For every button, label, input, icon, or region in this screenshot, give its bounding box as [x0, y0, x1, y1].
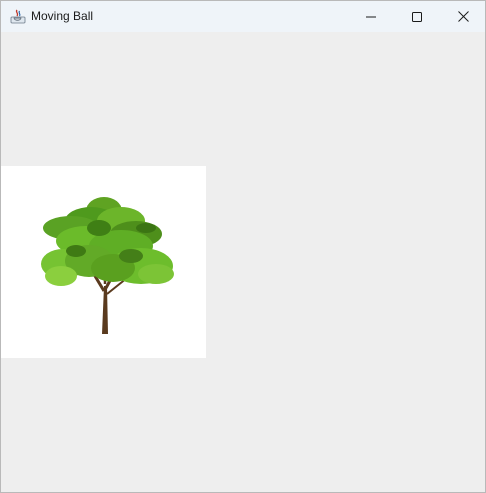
maximize-icon [412, 11, 422, 22]
java-cup-icon [10, 9, 26, 24]
minimize-icon [366, 16, 376, 17]
maximize-button[interactable] [394, 1, 440, 32]
canvas-area [1, 32, 485, 492]
tree-sprite [1, 166, 206, 358]
minimize-button[interactable] [348, 1, 394, 32]
close-icon [457, 11, 469, 22]
app-window: Moving Ball [0, 0, 486, 493]
title-bar[interactable]: Moving Ball [1, 1, 485, 32]
close-button[interactable] [440, 1, 485, 32]
window-title: Moving Ball [31, 9, 94, 23]
tree-icon [41, 197, 174, 334]
